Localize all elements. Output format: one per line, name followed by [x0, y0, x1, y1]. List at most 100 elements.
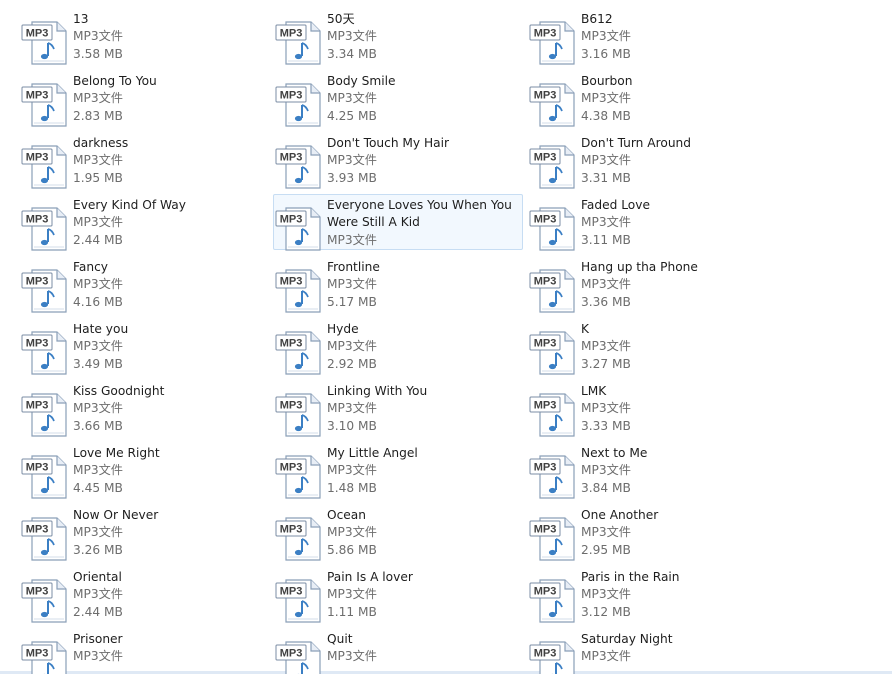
file-item-text: Don't Touch My Hair MP3文件 3.93 MB [327, 134, 522, 187]
file-item[interactable]: MP3 Don't Turn Around MP3文件 3.31 MB [527, 132, 777, 189]
file-item[interactable]: MP3 My Little Angel MP3文件 1.48 MB [273, 442, 523, 499]
file-type: MP3文件 [327, 153, 377, 167]
file-item[interactable]: MP3 13 MP3文件 3.58 MB [19, 8, 269, 65]
file-size: 3.12 MB [581, 605, 631, 619]
file-item[interactable]: MP3 Body Smile MP3文件 4.25 MB [273, 70, 523, 127]
file-name: Saturday Night [581, 632, 673, 646]
file-type: MP3文件 [73, 649, 123, 663]
mp3-file-icon: MP3 [20, 77, 70, 127]
file-item[interactable]: MP3 Faded Love MP3文件 3.11 MB [527, 194, 777, 251]
file-item[interactable]: MP3 B612 MP3文件 3.16 MB [527, 8, 777, 65]
mp3-file-icon: MP3 [528, 15, 578, 65]
mp3-file-icon: MP3 [274, 325, 324, 375]
file-item[interactable]: MP3 Every Kind Of Way MP3文件 2.44 MB [19, 194, 269, 251]
file-type: MP3文件 [581, 339, 631, 353]
file-item[interactable]: MP3 Kiss Goodnight MP3文件 3.66 MB [19, 380, 269, 437]
mp3-file-icon: MP3 [20, 449, 70, 499]
file-size: 3.16 MB [581, 47, 631, 61]
file-item-text: Bourbon MP3文件 4.38 MB [581, 72, 776, 125]
file-size: 4.25 MB [327, 109, 377, 123]
mp3-file-icon: MP3 [528, 77, 578, 127]
file-item[interactable]: MP3 K MP3文件 3.27 MB [527, 318, 777, 375]
svg-text:MP3: MP3 [280, 152, 303, 164]
file-size: 4.16 MB [73, 295, 123, 309]
file-name: darkness [73, 136, 129, 150]
file-type: MP3文件 [73, 29, 123, 43]
svg-text:MP3: MP3 [534, 214, 557, 226]
svg-text:MP3: MP3 [280, 338, 303, 350]
file-item[interactable]: MP3 Frontline MP3文件 5.17 MB [273, 256, 523, 313]
file-size: 3.84 MB [581, 481, 631, 495]
mp3-file-icon: MP3 [20, 201, 70, 251]
file-size: 3.26 MB [73, 543, 123, 557]
file-item[interactable]: MP3 Love Me Right MP3文件 4.45 MB [19, 442, 269, 499]
file-name: K [581, 322, 589, 336]
file-item[interactable]: MP3 Bourbon MP3文件 4.38 MB [527, 70, 777, 127]
svg-text:MP3: MP3 [26, 152, 49, 164]
file-item[interactable]: MP3 Linking With You MP3文件 3.10 MB [273, 380, 523, 437]
file-item[interactable]: MP3 Hate you MP3文件 3.49 MB [19, 318, 269, 375]
svg-text:MP3: MP3 [280, 90, 303, 102]
file-item[interactable]: MP3 Now Or Never MP3文件 3.26 MB [19, 504, 269, 561]
file-item-text: Frontline MP3文件 5.17 MB [327, 258, 522, 311]
file-type: MP3文件 [581, 277, 631, 291]
svg-text:MP3: MP3 [534, 276, 557, 288]
svg-text:MP3: MP3 [534, 524, 557, 536]
file-item[interactable]: MP3 darkness MP3文件 1.95 MB [19, 132, 269, 189]
file-name: One Another [581, 508, 659, 522]
file-item[interactable]: MP3 Everyone Loves You When You Were Sti… [273, 194, 523, 251]
file-size: 1.11 MB [327, 605, 377, 619]
svg-text:MP3: MP3 [280, 276, 303, 288]
file-type: MP3文件 [327, 401, 377, 415]
file-item[interactable]: MP3 Ocean MP3文件 5.86 MB [273, 504, 523, 561]
file-item[interactable]: MP3 Don't Touch My Hair MP3文件 3.93 MB [273, 132, 523, 189]
file-type: MP3文件 [327, 277, 377, 291]
file-item-text: Everyone Loves You When You Were Still A… [327, 196, 522, 249]
file-item[interactable]: MP3 Oriental MP3文件 2.44 MB [19, 566, 269, 623]
file-item[interactable]: MP3 Hyde MP3文件 2.92 MB [273, 318, 523, 375]
file-type: MP3文件 [327, 339, 377, 353]
svg-text:MP3: MP3 [280, 524, 303, 536]
svg-text:MP3: MP3 [534, 586, 557, 598]
file-item[interactable]: MP3 Prisoner MP3文件 [19, 628, 269, 674]
file-type: MP3文件 [581, 91, 631, 105]
svg-text:MP3: MP3 [26, 214, 49, 226]
mp3-file-icon: MP3 [20, 325, 70, 375]
svg-text:MP3: MP3 [280, 586, 303, 598]
file-item[interactable]: MP3 Pain Is A lover MP3文件 1.11 MB [273, 566, 523, 623]
svg-text:MP3: MP3 [280, 648, 303, 660]
file-size: 3.27 MB [581, 357, 631, 371]
file-size: 3.93 MB [327, 171, 377, 185]
mp3-file-icon: MP3 [20, 263, 70, 313]
file-name: My Little Angel [327, 446, 418, 460]
file-type: MP3文件 [581, 463, 631, 477]
svg-text:MP3: MP3 [26, 648, 49, 660]
file-item[interactable]: MP3 Quit MP3文件 [273, 628, 523, 674]
file-name: Paris in the Rain [581, 570, 680, 584]
file-size: 2.44 MB [73, 233, 123, 247]
file-item[interactable]: MP3 50天 MP3文件 3.34 MB [273, 8, 523, 65]
file-item[interactable]: MP3 LMK MP3文件 3.33 MB [527, 380, 777, 437]
file-size: 2.44 MB [73, 605, 123, 619]
svg-text:MP3: MP3 [280, 214, 303, 226]
svg-text:MP3: MP3 [534, 338, 557, 350]
mp3-file-icon: MP3 [274, 449, 324, 499]
svg-text:MP3: MP3 [26, 400, 49, 412]
file-item[interactable]: MP3 Belong To You MP3文件 2.83 MB [19, 70, 269, 127]
file-item-text: Faded Love MP3文件 3.11 MB [581, 196, 776, 249]
file-item[interactable]: MP3 Paris in the Rain MP3文件 3.12 MB [527, 566, 777, 623]
file-type: MP3文件 [327, 29, 377, 43]
file-item-text: Kiss Goodnight MP3文件 3.66 MB [73, 382, 268, 435]
svg-text:MP3: MP3 [534, 462, 557, 474]
file-item-text: Don't Turn Around MP3文件 3.31 MB [581, 134, 776, 187]
file-item[interactable]: MP3 Fancy MP3文件 4.16 MB [19, 256, 269, 313]
file-item[interactable]: MP3 Saturday Night MP3文件 [527, 628, 777, 674]
file-item-text: Oriental MP3文件 2.44 MB [73, 568, 268, 621]
svg-text:MP3: MP3 [534, 648, 557, 660]
file-item[interactable]: MP3 Next to Me MP3文件 3.84 MB [527, 442, 777, 499]
file-size: 3.66 MB [73, 419, 123, 433]
file-item[interactable]: MP3 Hang up tha Phone MP3文件 3.36 MB [527, 256, 777, 313]
file-name: Bourbon [581, 74, 633, 88]
file-size: 2.95 MB [581, 543, 631, 557]
file-item[interactable]: MP3 One Another MP3文件 2.95 MB [527, 504, 777, 561]
